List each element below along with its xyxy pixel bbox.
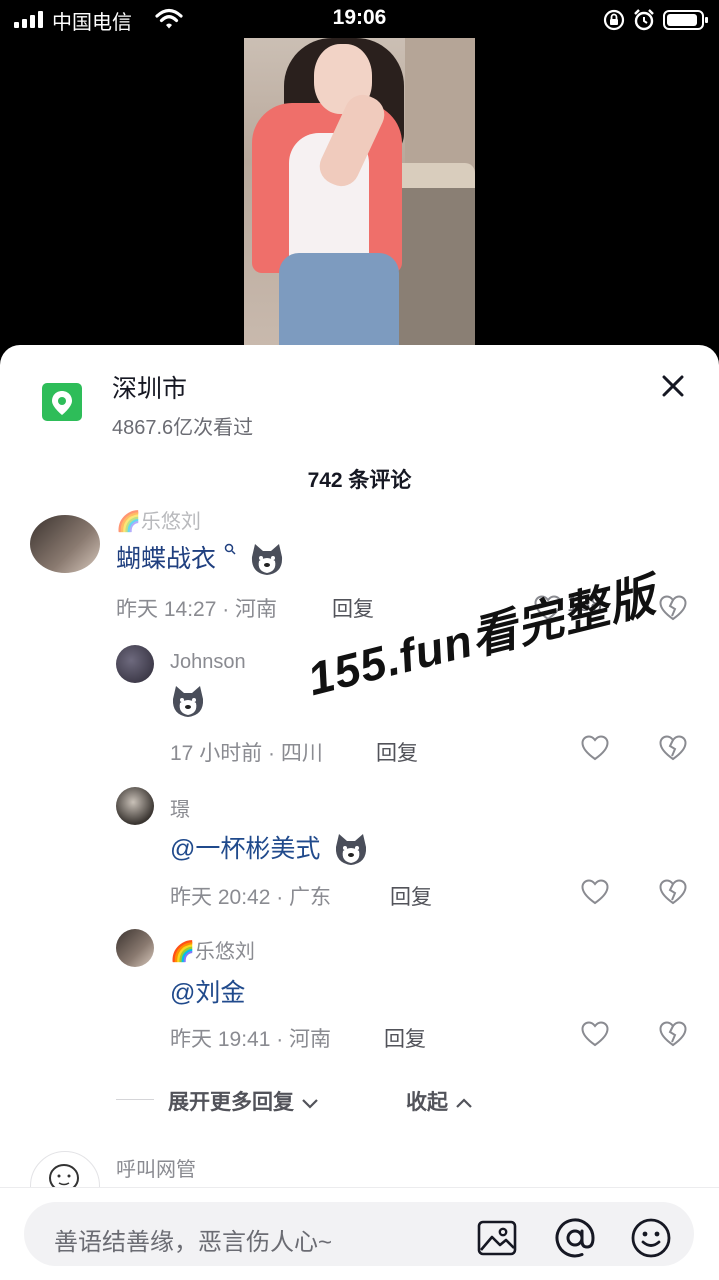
avatar[interactable] (116, 645, 154, 683)
chevron-up-icon (456, 1098, 472, 1109)
broken-heart-icon[interactable] (659, 879, 687, 905)
location-title[interactable]: 深圳市 (112, 369, 187, 405)
comment-text-value[interactable]: 蝴蝶战衣 (116, 545, 216, 573)
mention-link[interactable]: @一杯彬美式 (170, 835, 320, 863)
comments-count: 742 条评论 (307, 469, 412, 492)
close-icon[interactable] (656, 369, 690, 403)
comment-username[interactable]: 璟 (170, 793, 190, 822)
expand-label: 展开更多回复 (168, 1091, 294, 1114)
at-icon[interactable] (554, 1217, 596, 1259)
video-frame-jeans (279, 253, 399, 345)
comment-text: 蝴蝶战衣 (116, 539, 285, 577)
husky-emoji-icon (336, 834, 367, 866)
broken-heart-icon[interactable] (659, 1021, 687, 1047)
comment-sheet: 深圳市 4867.6亿次看过 742 条评论 🌈乐悠刘 蝴蝶战衣 昨天 14:2… (0, 345, 719, 1280)
mention-link[interactable]: @刘金 (170, 973, 245, 1009)
avatar[interactable] (30, 515, 100, 573)
broken-heart-icon[interactable] (659, 735, 687, 761)
comment-username[interactable]: 🌈乐悠刘 (116, 505, 201, 534)
location-pin-icon[interactable] (42, 383, 82, 421)
reply-item: 璟 @一杯彬美式 昨天 20:42 · 广东 回复 (0, 785, 719, 915)
comment-text: @一杯彬美式 (170, 829, 369, 867)
video-frame-bg (405, 38, 475, 178)
input-placeholder: 善语结善缘，恶言伤人心~ (54, 1229, 333, 1256)
collapse-label: 收起 (406, 1091, 448, 1114)
expand-more-replies-button[interactable]: 展开更多回复 (168, 1086, 320, 1116)
comment-text (170, 685, 206, 719)
reply-button[interactable]: 回复 (390, 881, 432, 911)
avatar[interactable] (116, 787, 154, 825)
comment-time-location: 17 小时前 · 四川 (170, 742, 323, 765)
reply-button[interactable]: 回复 (384, 1023, 426, 1053)
battery-icon (663, 10, 708, 30)
comment-time-location: 昨天 20:42 · 广东 (170, 886, 332, 909)
status-bar: 中国电信 19:06 (0, 0, 719, 38)
location-views: 4867.6亿次看过 (112, 417, 254, 439)
comment-username[interactable]: 呼叫网管 (116, 1153, 196, 1182)
reply-button[interactable]: 回复 (332, 593, 374, 623)
alarm-icon (634, 9, 654, 31)
broken-heart-icon[interactable] (659, 595, 687, 621)
comment-input[interactable]: 善语结善缘，恶言伤人心~ (24, 1202, 694, 1266)
comment-time-location: 昨天 19:41 · 河南 (170, 1028, 332, 1051)
image-icon[interactable] (476, 1217, 518, 1259)
collapse-button[interactable]: 收起 (406, 1086, 474, 1116)
husky-emoji-icon (251, 544, 282, 576)
husky-emoji-icon (172, 686, 204, 717)
comment-time-location: 昨天 14:27 · 河南 (116, 598, 278, 621)
comment-username[interactable]: 🌈乐悠刘 (170, 935, 255, 964)
rotation-lock-icon (603, 9, 625, 31)
search-icon (224, 543, 236, 555)
reply-item: 🌈乐悠刘 @刘金 昨天 19:41 · 河南 回复 (0, 927, 719, 1057)
divider (116, 1099, 154, 1100)
heart-icon[interactable] (581, 735, 609, 761)
emoji-face-icon[interactable] (630, 1217, 672, 1259)
heart-icon[interactable] (581, 879, 609, 905)
avatar[interactable] (116, 929, 154, 967)
comment-username[interactable]: Johnson (170, 651, 246, 674)
chevron-down-icon (302, 1099, 318, 1110)
video-player[interactable] (244, 38, 475, 345)
reply-button[interactable]: 回复 (376, 737, 418, 767)
heart-icon[interactable] (581, 1021, 609, 1047)
comment-input-bar: 善语结善缘，恶言伤人心~ (0, 1187, 719, 1280)
